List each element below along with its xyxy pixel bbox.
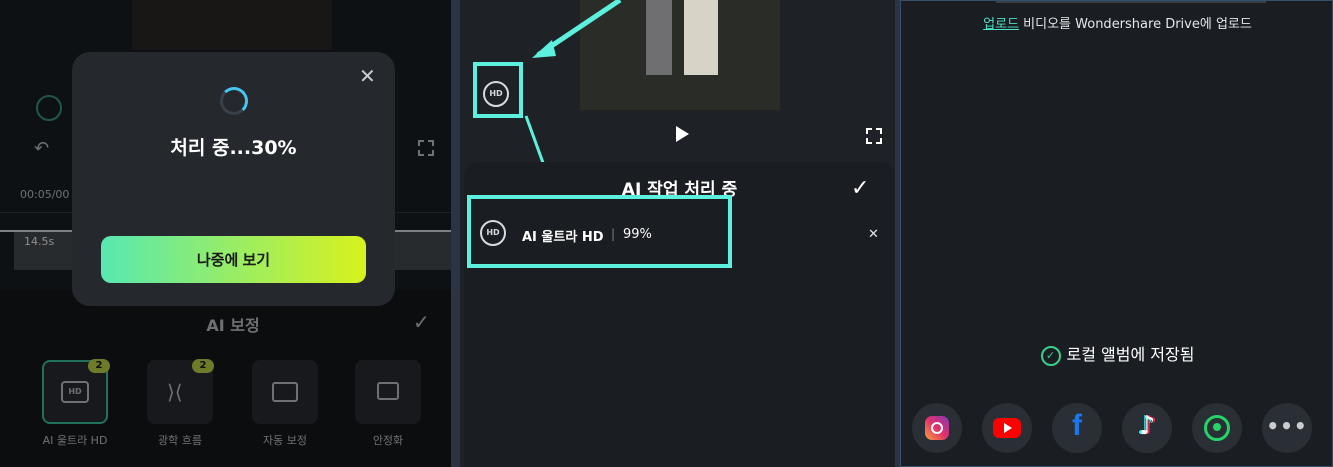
- share-tiktok[interactable]: ♪: [1122, 403, 1172, 453]
- share-instagram[interactable]: [912, 403, 962, 453]
- export-panel: 업로드 비디오를 Wondershare Drive에 업로드 ✓ 로컬 앨범에 …: [900, 0, 1333, 467]
- share-youtube[interactable]: [982, 403, 1032, 453]
- share-more[interactable]: •••: [1262, 403, 1312, 453]
- more-icon: •••: [1266, 414, 1308, 438]
- cancel-task-icon[interactable]: ✕: [868, 227, 879, 242]
- instagram-icon: [925, 416, 949, 440]
- loading-spinner-icon: [220, 87, 248, 115]
- tiktok-icon: ♪: [1138, 411, 1156, 441]
- view-later-button[interactable]: 나중에 보기: [101, 236, 366, 283]
- upload-description: 비디오를 Wondershare Drive에 업로드: [1019, 17, 1252, 32]
- processing-panel: HD AI 작업 처리 중 ✓ HD AI 울트라 HD | 99% ✕: [460, 0, 895, 467]
- close-icon[interactable]: ✕: [359, 66, 376, 86]
- top-divider: [996, 1, 1266, 3]
- processing-title: 처리 중...30%: [170, 137, 297, 159]
- task-name: AI 울트라 HD: [522, 230, 604, 245]
- upload-link[interactable]: 업로드: [983, 17, 1019, 32]
- upload-message: 업로드 비디오를 Wondershare Drive에 업로드: [901, 13, 1332, 32]
- youtube-icon: [993, 418, 1021, 438]
- saved-text: 로컬 앨범에 저장됨: [1066, 345, 1195, 364]
- confirm-check-icon[interactable]: ✓: [851, 176, 869, 201]
- separator: |: [611, 227, 616, 241]
- saved-message: ✓ 로컬 앨범에 저장됨: [901, 341, 1332, 366]
- editor-panel: ↶ 00:05/00 14.5s AI 보정 ✓ HD 2 ⟩⟨ 2 AI 울트…: [0, 0, 451, 467]
- hd-ai-icon: HD: [480, 220, 506, 246]
- task-row[interactable]: HD AI 울트라 HD | 99%: [471, 199, 728, 264]
- fullscreen-icon[interactable]: [866, 128, 882, 144]
- facebook-icon: f: [1072, 409, 1082, 442]
- share-facebook[interactable]: f: [1052, 403, 1102, 453]
- play-icon[interactable]: [676, 126, 689, 142]
- check-circle-icon: ✓: [1040, 345, 1061, 366]
- whatsapp-icon: [1204, 415, 1230, 441]
- share-whatsapp[interactable]: [1192, 403, 1242, 453]
- task-progress: 99%: [623, 227, 652, 242]
